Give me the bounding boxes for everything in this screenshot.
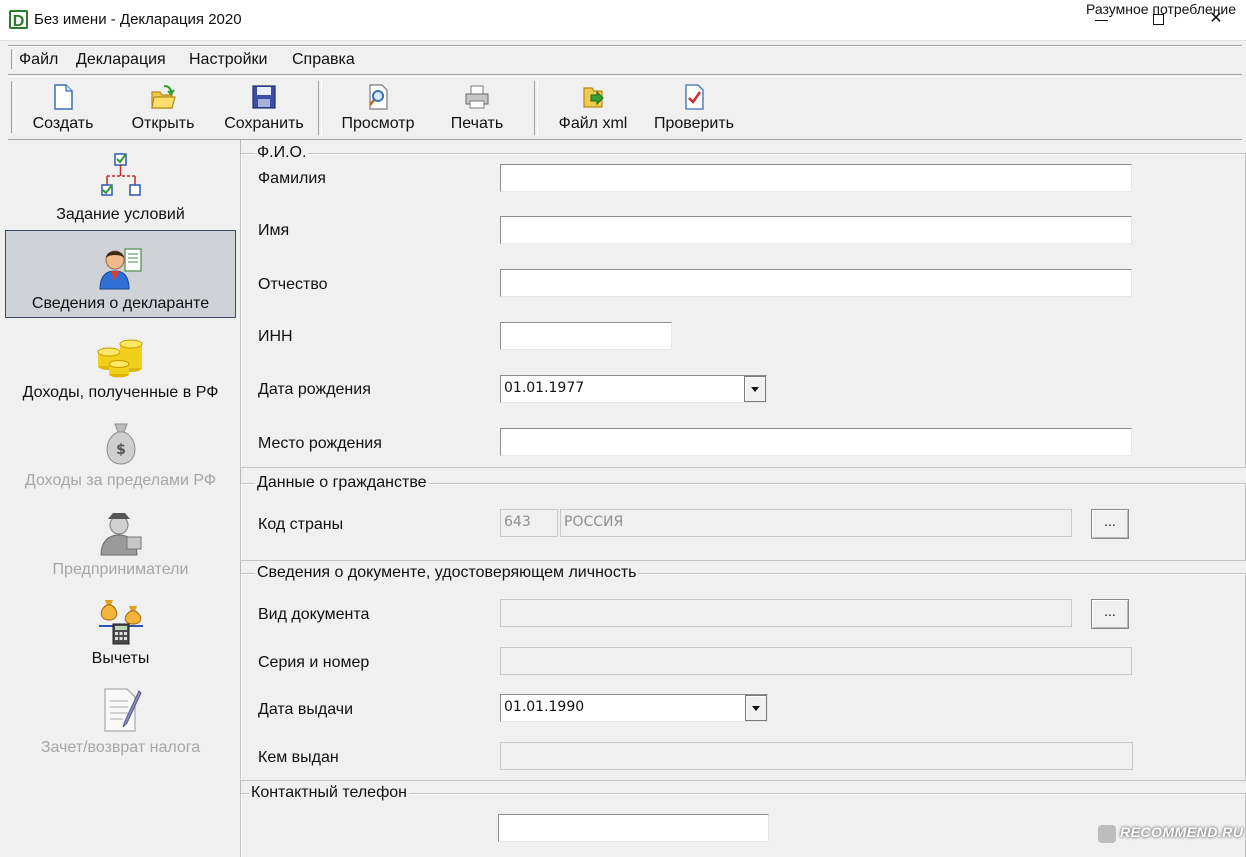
new-document-icon xyxy=(54,84,73,110)
series-number-field[interactable] xyxy=(500,647,1132,675)
document-pen-icon xyxy=(104,688,142,732)
create-label: Создать xyxy=(32,115,94,132)
patronymic-label: Отчество xyxy=(258,276,328,293)
open-label: Открыть xyxy=(131,115,195,132)
watermark-badge-icon xyxy=(1098,825,1116,843)
preview-button[interactable]: Просмотр xyxy=(334,81,422,137)
printer-icon xyxy=(465,85,489,109)
sidebar-item-label: Задание условий xyxy=(56,206,185,223)
watermark-recommend: RECOMMEND.RU xyxy=(1120,824,1244,840)
save-button[interactable]: Сохранить xyxy=(218,81,310,137)
patronymic-field[interactable] xyxy=(500,269,1132,297)
menu-bar: Файл Декларация Настройки Справка xyxy=(8,45,1242,75)
print-label: Печать xyxy=(450,115,504,132)
menu-declaration[interactable]: Декларация xyxy=(76,51,166,69)
birthplace-label: Место рождения xyxy=(258,435,382,452)
sidebar-item-tax-refund[interactable]: Зачет/возврат налога xyxy=(5,675,236,763)
title-bar: D Без имени - Декларация 2020 Разумное п… xyxy=(0,0,1246,41)
sidebar-item-entrepreneurs[interactable]: Предприниматели xyxy=(5,497,236,585)
create-button[interactable]: Создать xyxy=(22,81,104,137)
coins-stack-icon xyxy=(97,339,142,378)
sidebar-item-conditions[interactable]: Задание условий xyxy=(5,142,236,230)
name-label: Имя xyxy=(258,222,290,239)
country-name-field: РОССИЯ xyxy=(560,509,1072,537)
menu-settings[interactable]: Настройки xyxy=(189,51,267,69)
toolbar-separator xyxy=(534,81,538,135)
print-button[interactable]: Печать xyxy=(438,81,516,137)
sidebar-item-income-rf[interactable]: Доходы, полученные в РФ xyxy=(5,320,236,408)
surname-field[interactable] xyxy=(500,164,1132,192)
contact-group-title: Контактный телефон xyxy=(249,784,409,802)
birthdate-label: Дата рождения xyxy=(258,381,371,398)
issue-date-picker[interactable]: 01.01.1990 xyxy=(500,694,768,722)
country-code-field: 643 xyxy=(500,509,558,537)
citizenship-group-title: Данные о гражданстве xyxy=(255,474,429,492)
close-icon[interactable]: ✕ xyxy=(1207,11,1225,29)
sidebar-item-income-abroad[interactable]: $ Доходы за пределами РФ xyxy=(5,408,236,496)
window-title: Без имени - Декларация 2020 xyxy=(34,11,242,28)
fio-group-title: Ф.И.О. xyxy=(255,144,309,162)
inn-field[interactable] xyxy=(500,322,672,350)
scales-calculator-icon xyxy=(98,600,143,645)
chevron-down-icon[interactable] xyxy=(745,695,767,721)
sidebar-item-declarant[interactable]: Сведения о декларанте xyxy=(5,230,236,318)
fio-group: Ф.И.О. xyxy=(240,144,1246,468)
open-folder-icon xyxy=(151,85,176,109)
money-bag-icon: $ xyxy=(106,423,135,465)
check-document-icon xyxy=(685,84,704,110)
toolbar-grip[interactable] xyxy=(11,81,15,133)
sidebar-item-label: Сведения о декларанте xyxy=(31,295,210,312)
svg-text:$: $ xyxy=(116,442,126,458)
series-number-label: Серия и номер xyxy=(258,654,370,671)
save-disk-icon xyxy=(252,85,276,109)
person-card-icon xyxy=(98,248,142,290)
save-label: Сохранить xyxy=(224,115,304,132)
doc-type-field xyxy=(500,599,1072,627)
sidebar-item-label: Зачет/возврат налога xyxy=(40,739,201,756)
chevron-down-icon[interactable] xyxy=(744,376,766,402)
open-button[interactable]: Открыть xyxy=(122,81,204,137)
toolbar: Создать Открыть Сохранить Просмотр Печат… xyxy=(8,76,1242,140)
surname-label: Фамилия xyxy=(258,170,326,187)
name-field[interactable] xyxy=(500,216,1132,244)
toolbar-separator xyxy=(318,81,322,135)
sidebar-item-deductions[interactable]: Вычеты xyxy=(5,586,236,674)
minimize-icon[interactable] xyxy=(1093,11,1111,29)
preview-magnifier-icon xyxy=(369,84,388,110)
maximize-icon[interactable] xyxy=(1150,11,1168,29)
doc-type-label: Вид документа xyxy=(258,606,370,623)
check-label: Проверить xyxy=(653,115,734,132)
phone-field[interactable] xyxy=(498,814,769,842)
select-doc-type-button[interactable]: ... xyxy=(1091,599,1129,629)
conditions-tree-icon xyxy=(100,153,141,196)
export-xml-icon xyxy=(583,87,604,108)
select-country-button[interactable]: ... xyxy=(1091,509,1129,539)
businessman-icon xyxy=(99,513,141,556)
sidebar-item-label: Доходы, полученные в РФ xyxy=(22,384,219,401)
issued-by-label: Кем выдан xyxy=(258,749,339,766)
issued-by-field[interactable] xyxy=(500,742,1133,770)
document-group-title: Сведения о документе, удостоверяющем лич… xyxy=(255,564,639,582)
xml-file-button[interactable]: Файл xml xyxy=(550,81,636,137)
app-logo-icon: D xyxy=(9,10,28,30)
check-button[interactable]: Проверить xyxy=(648,81,740,137)
menu-help[interactable]: Справка xyxy=(292,51,355,69)
birthplace-field[interactable] xyxy=(500,428,1132,456)
inn-label: ИНН xyxy=(258,328,293,345)
birthdate-picker[interactable]: 01.01.1977 xyxy=(500,375,767,403)
preview-label: Просмотр xyxy=(341,115,415,132)
country-code-label: Код страны xyxy=(258,516,344,533)
sidebar-item-label: Вычеты xyxy=(91,650,150,667)
sidebar-item-label: Доходы за пределами РФ xyxy=(24,472,217,489)
sidebar: Задание условий Сведения о декларанте До… xyxy=(0,140,241,857)
sidebar-item-label: Предприниматели xyxy=(52,561,189,578)
menubar-grip[interactable] xyxy=(11,49,15,69)
issue-date-label: Дата выдачи xyxy=(258,701,354,718)
xml-file-label: Файл xml xyxy=(558,115,628,132)
menu-file[interactable]: Файл xyxy=(19,51,58,69)
